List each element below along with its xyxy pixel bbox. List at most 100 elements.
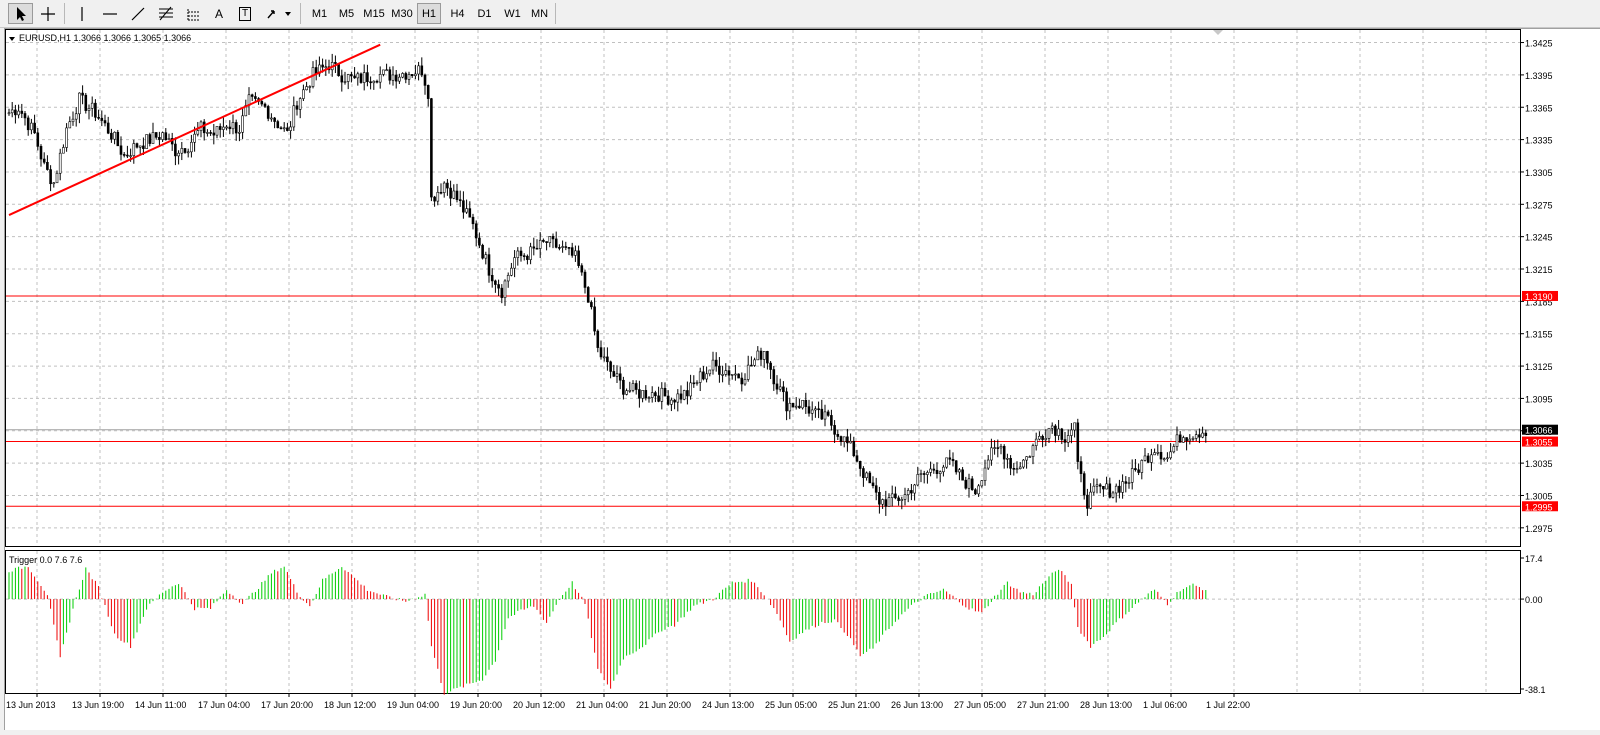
candle-up <box>238 131 241 134</box>
candle-down <box>458 199 462 202</box>
candle-down <box>564 246 568 248</box>
candle-up <box>516 250 520 258</box>
candle-up <box>1150 454 1153 463</box>
text-tool-button[interactable]: A <box>208 3 230 24</box>
candle-down <box>228 126 232 130</box>
candle-down <box>775 383 779 390</box>
candle-down <box>836 434 840 437</box>
candle-up <box>983 467 987 481</box>
candle-down <box>174 143 177 157</box>
timeframe-m5-button[interactable]: M5 <box>334 3 359 24</box>
cursor-icon[interactable] <box>8 3 33 24</box>
candle-up <box>865 472 868 479</box>
candle-up <box>78 92 81 115</box>
candle-down <box>618 373 622 381</box>
candle-up <box>382 69 385 75</box>
candle-up <box>1028 456 1032 458</box>
candle-down <box>1108 483 1112 498</box>
candle-up <box>132 143 136 156</box>
candle-up <box>407 74 411 80</box>
candle-down <box>148 134 152 144</box>
candle-up <box>660 387 664 402</box>
timeframe-m15-button[interactable]: M15 <box>361 3 387 24</box>
candle-up <box>990 447 993 461</box>
chart-window[interactable]: 1.3425 1.3395 1.3365 1.3335 1.3305 1.3275 1.32… <box>4 28 1600 730</box>
candle-down <box>1159 451 1163 460</box>
candle-up <box>177 152 180 157</box>
candle-up <box>711 359 715 371</box>
candle-up <box>289 126 292 131</box>
candle-down <box>478 237 481 246</box>
candle-down <box>234 122 238 134</box>
candle-down <box>654 392 657 397</box>
candle-down <box>26 117 30 131</box>
candle-up <box>270 117 273 120</box>
candle-down <box>817 408 820 411</box>
candle-down <box>577 250 580 266</box>
candle-up <box>778 386 782 390</box>
timeframe-h1-button[interactable]: H1 <box>417 3 441 24</box>
candle-down <box>487 254 491 276</box>
candle-down <box>846 436 849 444</box>
time-axis-label: 19 Jun 20:00 <box>450 700 502 710</box>
crosshair-icon[interactable] <box>36 3 60 24</box>
candle-up <box>10 109 14 114</box>
candle-up <box>356 73 360 79</box>
fibonacci-icon[interactable] <box>154 3 178 24</box>
candle-down <box>718 365 721 375</box>
candle-down <box>855 455 859 462</box>
candle-down <box>116 131 120 147</box>
indicator-axis-label: -38.1 <box>1525 685 1546 695</box>
candle-up <box>215 126 219 136</box>
timeframe-m1-button[interactable]: M1 <box>307 3 332 24</box>
timeframe-d1-button[interactable]: D1 <box>472 3 497 24</box>
time-axis-label: 13 Jun 2013 <box>6 700 56 710</box>
timeframe-h4-button[interactable]: H4 <box>445 3 470 24</box>
candle-down <box>212 132 216 136</box>
arrows-menu-icon[interactable] <box>262 3 296 24</box>
candle-down <box>500 287 504 298</box>
candle-up <box>548 236 552 243</box>
horizontal-line-icon[interactable] <box>98 3 122 24</box>
candle-down <box>337 63 340 77</box>
candle-down <box>737 373 740 379</box>
candle-down <box>84 94 88 111</box>
candle-up <box>756 350 760 361</box>
candle-down <box>532 246 536 249</box>
candle-up <box>926 472 929 475</box>
timeframe-mn-button[interactable]: MN <box>527 3 552 24</box>
time-axis-label: 24 Jun 13:00 <box>702 700 754 710</box>
time-axis-label: 1 Jul 22:00 <box>1206 700 1250 710</box>
candle-up <box>631 383 635 391</box>
candle-down <box>750 364 753 367</box>
candle-up <box>1121 481 1124 493</box>
candle-up <box>814 408 817 411</box>
candle-down <box>446 182 449 189</box>
candle-up <box>574 250 577 256</box>
chart-canvas[interactable]: 1.3425 1.3395 1.3365 1.3335 1.3305 1.3275 1.32… <box>5 29 1600 730</box>
gann-fan-icon[interactable] <box>182 3 206 24</box>
candle-up <box>442 182 446 193</box>
price-axis-label: 1.3155 <box>1525 330 1553 340</box>
candle-down <box>97 117 100 119</box>
candle-down <box>606 356 609 363</box>
timeframe-m30-button[interactable]: M30 <box>389 3 415 24</box>
candle-down <box>1118 485 1121 493</box>
candle-down <box>202 121 206 134</box>
candle-up <box>1073 422 1076 431</box>
candle-up <box>465 208 468 213</box>
trendline-icon[interactable] <box>126 3 150 24</box>
candle-down <box>782 386 785 393</box>
candle-up <box>602 356 606 359</box>
candle-up <box>161 132 164 140</box>
timeframe-w1-button[interactable]: W1 <box>500 3 525 24</box>
price-axis-label: 1.3335 <box>1525 136 1553 146</box>
vertical-line-icon[interactable] <box>70 3 94 24</box>
candle-down <box>583 271 587 288</box>
text-label-tool-button[interactable]: T <box>234 3 256 24</box>
level-price-label: 1.3190 <box>1525 292 1553 302</box>
candle-up <box>190 141 193 153</box>
candle-up <box>1095 484 1099 487</box>
candle-up <box>7 112 11 115</box>
candle-up <box>1038 435 1041 440</box>
